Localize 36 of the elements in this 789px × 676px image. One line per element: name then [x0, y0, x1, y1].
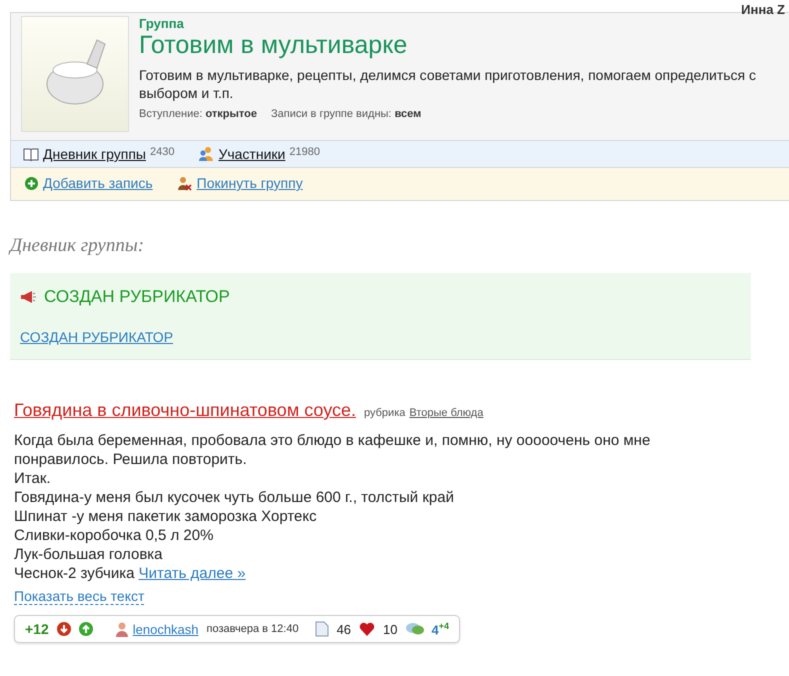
rating: +12 [25, 621, 49, 638]
user-name[interactable]: Инна Z [741, 2, 785, 17]
post-text: Когда была беременная, пробовала это блюдо в кафешке и, помню, ну ооооочень оно мне понравилось. Решила повторить. Итак. Говядина-у меня был кусочек чуть больше 600 г., толстый край Шпинат -у меня пакетик заморозка Хортекс Сливки-коробочка 0,5 л 20% Лук-большая головка Чеснок-2 зубчика Читать далее » [14, 431, 652, 583]
book-icon [23, 147, 39, 161]
count: 21980 [289, 146, 320, 158]
section-title: Дневник группы: [10, 235, 146, 257]
group-title: Готовим в мультиварке [139, 31, 408, 60]
post-time: позавчера в 12:40 [206, 623, 299, 636]
action-link[interactable]: Покинуть группу [196, 175, 303, 191]
author-link[interactable]: lenochkash [132, 622, 199, 637]
document-icon [314, 621, 329, 638]
group-setting: Записи в группе видны: всем [270, 108, 422, 120]
notice-title: СОЗДАН РУБРИКАТОР [44, 287, 230, 307]
views-count: 46 [336, 622, 352, 637]
heart-icon [359, 622, 376, 636]
user-icon [114, 621, 129, 638]
show-all-link[interactable]: Показать весь текст [14, 588, 144, 605]
nav-link[interactable]: Участники [218, 146, 286, 162]
count: 2430 [150, 146, 174, 158]
group-setting: Вступление: открытое [139, 108, 257, 120]
likes-count: 10 [383, 622, 398, 637]
read-more-link[interactable]: Читать далее » [138, 565, 246, 582]
group-label: Группа [139, 16, 185, 31]
plus-icon [25, 176, 38, 190]
megaphone-icon [20, 291, 36, 303]
action-link[interactable]: Добавить запись [43, 175, 153, 191]
speech-bubbles-icon [406, 622, 424, 636]
group-description: Готовим в мультиварке, рецепты, делимся советами приготовления, помогаем определиться с выбором и т.п. [139, 66, 758, 102]
rubric-label: рубрика [364, 407, 406, 419]
people-icon [198, 146, 214, 162]
post-title-link[interactable]: Говядина в сливочно-шпинатовом соусе. [14, 400, 356, 421]
person-exit-icon [176, 176, 192, 190]
rubric-link[interactable]: Вторые блюда [409, 407, 484, 419]
notice-link[interactable]: СОЗДАН РУБРИКАТОР [20, 329, 174, 345]
nav-link[interactable]: Дневник группы [43, 146, 146, 162]
comments-count: 4$^{+4}$ [432, 621, 449, 638]
